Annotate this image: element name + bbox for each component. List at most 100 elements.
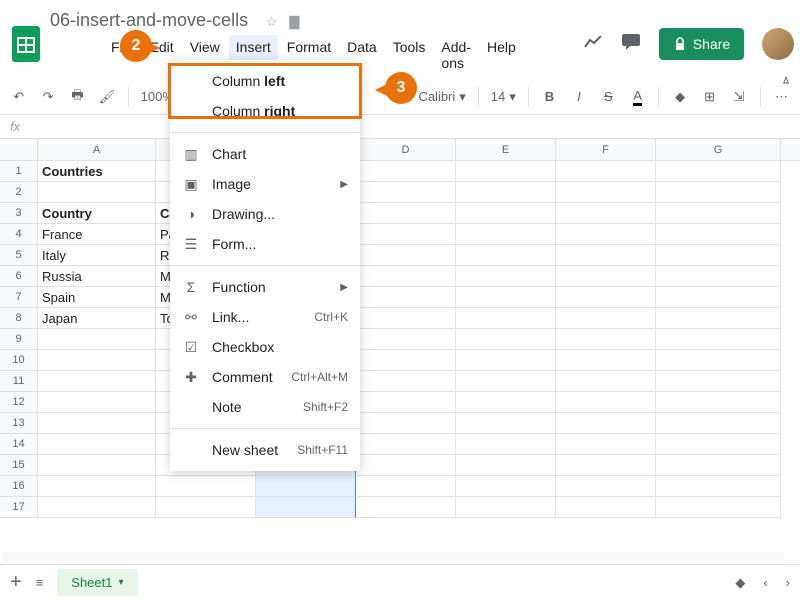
star-icon[interactable]: ☆	[266, 14, 278, 30]
cell[interactable]	[356, 476, 456, 497]
menu-image[interactable]: ▣Image▶	[170, 169, 360, 199]
cell[interactable]	[356, 392, 456, 413]
cell[interactable]	[656, 266, 781, 287]
menu-column-right[interactable]: Column right	[170, 96, 360, 126]
cell[interactable]	[356, 287, 456, 308]
menu-column-left[interactable]: Column left	[170, 66, 360, 96]
cell[interactable]	[656, 455, 781, 476]
cell[interactable]	[556, 329, 656, 350]
cell[interactable]	[456, 392, 556, 413]
cell[interactable]	[556, 455, 656, 476]
cell[interactable]	[656, 371, 781, 392]
cell[interactable]	[38, 350, 156, 371]
cell[interactable]	[356, 350, 456, 371]
scroll-left-icon[interactable]: ‹	[763, 575, 767, 590]
font-size[interactable]: 14 ▾	[491, 89, 516, 105]
avatar[interactable]	[762, 28, 794, 60]
cell[interactable]	[556, 476, 656, 497]
cell[interactable]: Russia	[38, 266, 156, 287]
row-header[interactable]: 16	[0, 476, 38, 497]
cell[interactable]	[656, 329, 781, 350]
cell[interactable]	[356, 455, 456, 476]
cell[interactable]	[656, 413, 781, 434]
row-header[interactable]: 8	[0, 308, 38, 329]
cell[interactable]	[38, 455, 156, 476]
cell[interactable]	[356, 308, 456, 329]
paint-format-icon[interactable]: 🖌	[98, 88, 115, 106]
cell[interactable]	[556, 308, 656, 329]
cell[interactable]	[556, 182, 656, 203]
col-header-F[interactable]: F	[556, 139, 656, 160]
cell[interactable]	[456, 497, 556, 518]
cell[interactable]	[656, 476, 781, 497]
cell[interactable]	[456, 350, 556, 371]
add-sheet-icon[interactable]: +	[10, 571, 22, 594]
cell[interactable]	[356, 329, 456, 350]
collapse-toolbar-icon[interactable]: ㅿ	[780, 70, 792, 89]
print-icon[interactable]: 🖶	[69, 88, 86, 106]
row-header[interactable]: 5	[0, 245, 38, 266]
menu-drawing[interactable]: ◑Drawing...	[170, 199, 360, 229]
cell[interactable]	[356, 224, 456, 245]
cell[interactable]	[456, 371, 556, 392]
cell[interactable]	[656, 161, 781, 182]
cell[interactable]: Spain	[38, 287, 156, 308]
cell[interactable]	[356, 245, 456, 266]
scroll-right-icon[interactable]: ›	[786, 575, 790, 590]
cell[interactable]	[456, 413, 556, 434]
cell[interactable]	[356, 203, 456, 224]
trend-icon[interactable]	[583, 35, 603, 52]
cell[interactable]	[38, 392, 156, 413]
cell[interactable]	[38, 371, 156, 392]
doc-title[interactable]: 06-insert-and-move-cells	[44, 8, 254, 33]
cell[interactable]	[456, 182, 556, 203]
cell[interactable]	[456, 245, 556, 266]
cell[interactable]	[356, 266, 456, 287]
undo-icon[interactable]: ↶	[10, 88, 27, 106]
cell[interactable]	[556, 287, 656, 308]
menu-function[interactable]: ΣFunction▶	[170, 272, 360, 302]
row-header[interactable]: 3	[0, 203, 38, 224]
row-header[interactable]: 11	[0, 371, 38, 392]
cell[interactable]	[38, 497, 156, 518]
cell[interactable]	[356, 371, 456, 392]
cell[interactable]	[556, 245, 656, 266]
row-header[interactable]: 13	[0, 413, 38, 434]
menu-note[interactable]: NoteShift+F2	[170, 392, 360, 422]
horizontal-scrollbar[interactable]	[2, 552, 784, 562]
menu-link[interactable]: ⚯Link...Ctrl+K	[170, 302, 360, 332]
select-all-corner[interactable]	[0, 139, 38, 160]
col-header-D[interactable]: D	[356, 139, 456, 160]
cell[interactable]	[656, 497, 781, 518]
cell[interactable]	[656, 287, 781, 308]
cell[interactable]	[656, 350, 781, 371]
cell[interactable]	[356, 182, 456, 203]
italic-icon[interactable]: I	[570, 88, 587, 106]
row-header[interactable]: 17	[0, 497, 38, 518]
cell[interactable]	[38, 329, 156, 350]
cell[interactable]	[556, 266, 656, 287]
menu-comment[interactable]: ✚CommentCtrl+Alt+M	[170, 362, 360, 392]
col-header-A[interactable]: A	[38, 139, 156, 160]
cell[interactable]	[356, 161, 456, 182]
row-header[interactable]: 12	[0, 392, 38, 413]
cell[interactable]	[556, 434, 656, 455]
borders-icon[interactable]: ⊞	[701, 88, 718, 106]
row-header[interactable]: 14	[0, 434, 38, 455]
merge-icon[interactable]: ⇲	[730, 88, 747, 106]
row-header[interactable]: 6	[0, 266, 38, 287]
row-header[interactable]: 7	[0, 287, 38, 308]
cell[interactable]	[556, 161, 656, 182]
bold-icon[interactable]: B	[541, 88, 558, 106]
share-button[interactable]: Share	[659, 28, 744, 60]
cell[interactable]	[38, 413, 156, 434]
row-header[interactable]: 15	[0, 455, 38, 476]
cell[interactable]	[556, 392, 656, 413]
cell[interactable]: Countries	[38, 161, 156, 182]
cell[interactable]	[656, 203, 781, 224]
explore-icon[interactable]: ◆	[735, 575, 745, 591]
cell[interactable]	[656, 245, 781, 266]
sheets-logo[interactable]	[12, 24, 40, 64]
row-header[interactable]: 2	[0, 182, 38, 203]
cell[interactable]	[456, 434, 556, 455]
